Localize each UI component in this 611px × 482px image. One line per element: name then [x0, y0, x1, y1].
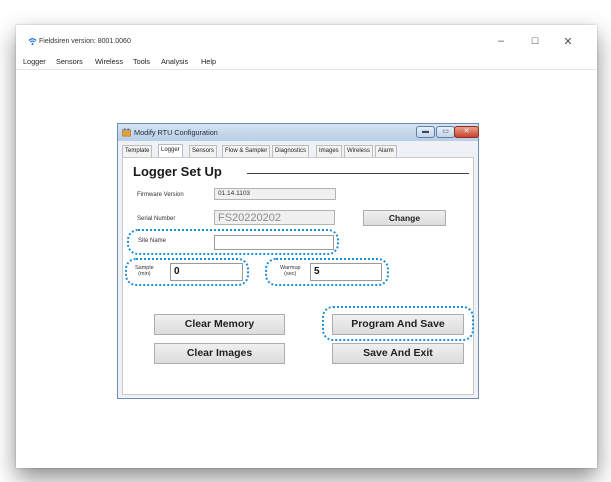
dialog-minimize-button[interactable]: ▬ — [416, 126, 435, 138]
menu-wireless[interactable]: Wireless — [95, 57, 123, 66]
dialog-titlebar: Modify RTU Configuration ▬ ▭ ✕ — [118, 124, 479, 141]
group-divider — [247, 173, 469, 174]
serial-number-field: FS20220202 — [214, 210, 335, 225]
menu-help[interactable]: Help — [201, 57, 216, 66]
minimize-button[interactable]: – — [494, 35, 508, 47]
menu-logger[interactable]: Logger — [23, 57, 46, 66]
serial-number-label: Serial Number — [137, 216, 176, 222]
tab-wireless[interactable]: Wireless — [344, 145, 374, 157]
logger-tab-panel: Logger Set Up Firmware Version 01.14.110… — [122, 157, 474, 395]
rtu-app-icon — [122, 128, 131, 137]
tab-alarm[interactable]: Alarm — [375, 145, 397, 157]
menu-analysis[interactable]: Analysis — [161, 57, 188, 66]
tab-strip: Template Logger Sensors Flow & Sampler D… — [122, 144, 476, 157]
maximize-button[interactable]: ☐ — [528, 36, 542, 47]
firmware-field: 01.14.1103 — [214, 188, 336, 200]
modify-rtu-dialog: Modify RTU Configuration ▬ ▭ ✕ Template … — [117, 123, 479, 399]
app-title: Fieldsiren version: 8001.0060 — [39, 38, 131, 45]
tab-logger[interactable]: Logger — [158, 144, 183, 157]
screenshot-stage: Fieldsiren version: 8001.0060 – ☐ ✕ Logg… — [0, 0, 611, 482]
serial-number-value: FS20220202 — [218, 212, 281, 224]
program-and-save-highlight — [322, 306, 474, 341]
tab-sensors[interactable]: Sensors — [189, 145, 218, 157]
firmware-label: Firmware Version — [137, 192, 184, 198]
dialog-close-button[interactable]: ✕ — [454, 126, 479, 138]
firmware-value: 01.14.1103 — [218, 190, 251, 197]
tab-diagnostics[interactable]: Diagnostics — [272, 145, 310, 157]
warmup-highlight — [265, 258, 389, 286]
tab-flow-sampler[interactable]: Flow & Sampler — [222, 145, 271, 157]
wifi-logo-icon — [28, 38, 37, 46]
site-name-highlight — [127, 229, 339, 255]
app-window: Fieldsiren version: 8001.0060 – ☐ ✕ Logg… — [16, 25, 597, 468]
tab-template[interactable]: Template — [122, 145, 153, 157]
close-icon: ✕ — [463, 128, 470, 135]
tab-images[interactable]: Images — [316, 145, 342, 157]
clear-memory-button[interactable]: Clear Memory — [154, 314, 285, 335]
close-button[interactable]: ✕ — [561, 35, 575, 48]
dialog-title: Modify RTU Configuration — [134, 128, 218, 137]
menu-tools[interactable]: Tools — [133, 57, 150, 66]
change-button[interactable]: Change — [363, 210, 446, 226]
app-titlebar: Fieldsiren version: 8001.0060 – ☐ ✕ — [16, 25, 597, 53]
save-and-exit-button[interactable]: Save And Exit — [332, 343, 464, 364]
group-title: Logger Set Up — [133, 164, 226, 179]
menu-sensors[interactable]: Sensors — [56, 57, 83, 66]
menubar: Logger Sensors Wireless Tools Analysis H… — [16, 54, 597, 70]
clear-images-button[interactable]: Clear Images — [154, 343, 285, 364]
dialog-maximize-button[interactable]: ▭ — [436, 126, 455, 138]
minimize-icon: ▬ — [422, 128, 429, 135]
maximize-icon: ▭ — [442, 128, 449, 135]
sample-highlight — [125, 258, 249, 286]
